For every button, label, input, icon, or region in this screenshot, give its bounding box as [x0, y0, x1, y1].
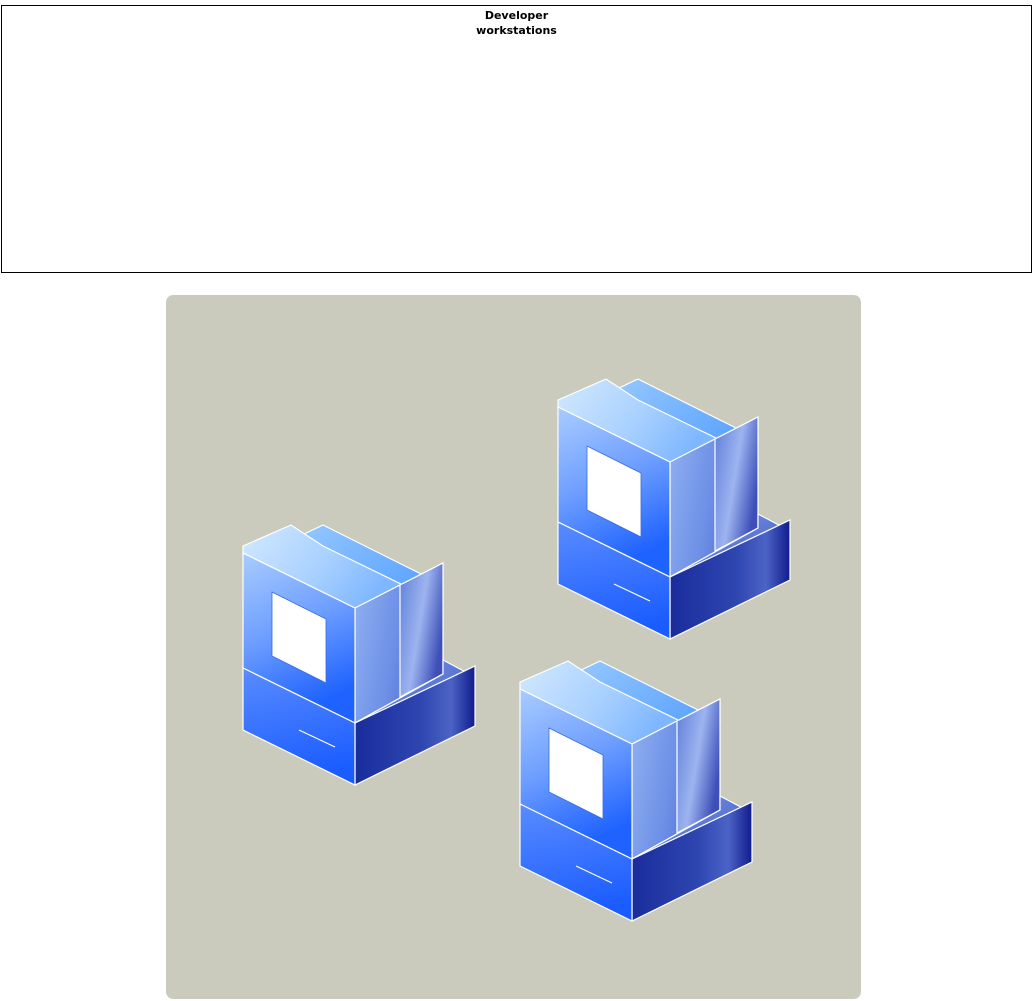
frame-title: Developer workstations — [476, 9, 557, 37]
diagram-frame: Developer workstations — [1, 5, 1032, 273]
workstation-panel — [166, 295, 861, 999]
workstation-group — [166, 295, 861, 999]
